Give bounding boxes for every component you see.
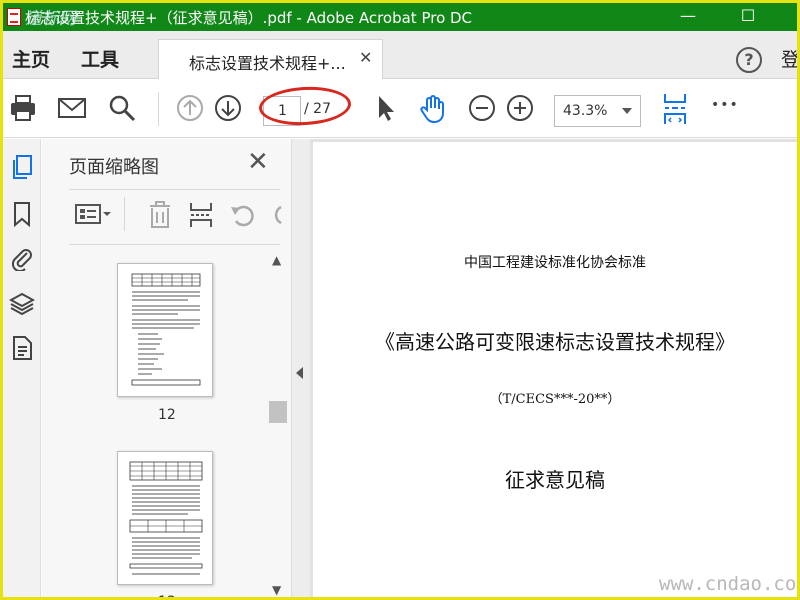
- scrollbar-thumb[interactable]: [269, 401, 287, 423]
- zoom-level-dropdown[interactable]: 43.3%: [554, 95, 641, 127]
- zoom-level-value: 43.3%: [563, 103, 608, 119]
- tab-home[interactable]: 主页: [12, 45, 50, 72]
- insert-page-icon[interactable]: [187, 201, 215, 229]
- document-properties-icon[interactable]: [9, 335, 35, 361]
- page-thumbnail-13[interactable]: [117, 451, 213, 585]
- toolbar-divider: [158, 92, 159, 126]
- thumbnail-page-label: 12: [158, 407, 176, 423]
- tab-document-label: 标志设置技术规程+...: [189, 54, 346, 73]
- panel-divider: [69, 244, 280, 245]
- bookmark-icon[interactable]: [9, 201, 35, 227]
- chevron-down-icon: [622, 108, 632, 114]
- collapse-panel-handle[interactable]: [292, 139, 310, 597]
- panel-toolbar-divider: [124, 197, 125, 231]
- page-preview-graphic: [131, 273, 201, 386]
- thumbnail-page-label: 13: [158, 594, 176, 597]
- acrobat-window: 标志设置技术规程+（征求意见稿）.pdf - Adobe Acrobat Pro…: [3, 3, 797, 597]
- more-options-icon[interactable]: •••: [711, 97, 739, 113]
- layers-icon[interactable]: [9, 291, 35, 317]
- page-thumbnails-panel: 页面缩略图 ✕ 12 ▲ ▼: [42, 139, 292, 597]
- tab-bar: 主页 工具 标志设置技术规程+... ✕ ? 登: [3, 31, 797, 79]
- document-title: 《高速公路可变限速标志设置技术规程》: [375, 330, 735, 354]
- tab-close-icon[interactable]: ✕: [359, 48, 372, 67]
- page-thumbnails-icon[interactable]: [9, 154, 35, 180]
- document-stage: 征求意见稿: [505, 468, 605, 492]
- email-icon[interactable]: [57, 94, 87, 122]
- scroll-down-icon[interactable]: ▼: [272, 583, 281, 597]
- sign-in-button[interactable]: 登: [781, 45, 797, 72]
- rotate-clockwise-icon[interactable]: [269, 201, 283, 229]
- help-icon[interactable]: ?: [736, 47, 762, 73]
- previous-page-icon[interactable]: [176, 94, 204, 122]
- minimize-button[interactable]: —: [676, 5, 700, 27]
- document-page: 中国工程建设标准化协会标准 《高速公路可变限速标志设置技术规程》 （T/CECS…: [313, 142, 797, 597]
- maximize-button[interactable]: ☐: [736, 5, 760, 27]
- navigation-rail: [3, 139, 41, 597]
- delete-page-icon[interactable]: [145, 201, 175, 229]
- panel-divider: [69, 189, 280, 190]
- document-view[interactable]: 中国工程建设标准化协会标准 《高速公路可变限速标志设置技术规程》 （T/CECS…: [310, 139, 797, 597]
- attachment-icon[interactable]: [9, 245, 35, 271]
- chevron-left-icon: [296, 367, 303, 379]
- site-watermark: www.cndao.com: [659, 573, 797, 595]
- print-icon[interactable]: [9, 94, 37, 122]
- fit-page-icon[interactable]: [661, 92, 689, 126]
- hand-tool-icon[interactable]: [419, 94, 447, 124]
- select-cursor-icon[interactable]: [375, 94, 397, 122]
- next-page-icon[interactable]: [214, 94, 242, 122]
- page-thumbnail-12[interactable]: [117, 263, 213, 397]
- document-code: （T/CECS***-20**）: [489, 392, 621, 407]
- rotate-counterclockwise-icon[interactable]: [229, 201, 257, 229]
- scroll-up-icon[interactable]: ▲: [272, 253, 281, 267]
- window-title: 标志设置技术规程+（征求意见稿）.pdf - Adobe Acrobat Pro…: [25, 9, 473, 27]
- panel-title: 页面缩略图: [69, 157, 159, 178]
- site-watermark-logo: 道标网: [25, 9, 76, 29]
- thumbnails-scrollbar[interactable]: ▲ ▼: [267, 251, 289, 597]
- title-bar: 标志设置技术规程+（征求意见稿）.pdf - Adobe Acrobat Pro…: [3, 3, 797, 31]
- zoom-in-icon[interactable]: [506, 94, 534, 122]
- zoom-out-icon[interactable]: [468, 94, 496, 122]
- panel-close-icon[interactable]: ✕: [247, 149, 269, 175]
- document-organization: 中国工程建设标准化协会标准: [464, 255, 646, 271]
- page-preview-graphic: [129, 461, 203, 575]
- tab-document[interactable]: 标志设置技术规程+... ✕: [158, 39, 383, 79]
- thumbnail-options-icon[interactable]: [74, 201, 114, 227]
- tab-tools[interactable]: 工具: [81, 45, 119, 72]
- search-icon[interactable]: [108, 94, 136, 122]
- main-toolbar: 1 / 27 43.3% •••: [3, 80, 797, 138]
- acrobat-app-icon: [7, 8, 21, 26]
